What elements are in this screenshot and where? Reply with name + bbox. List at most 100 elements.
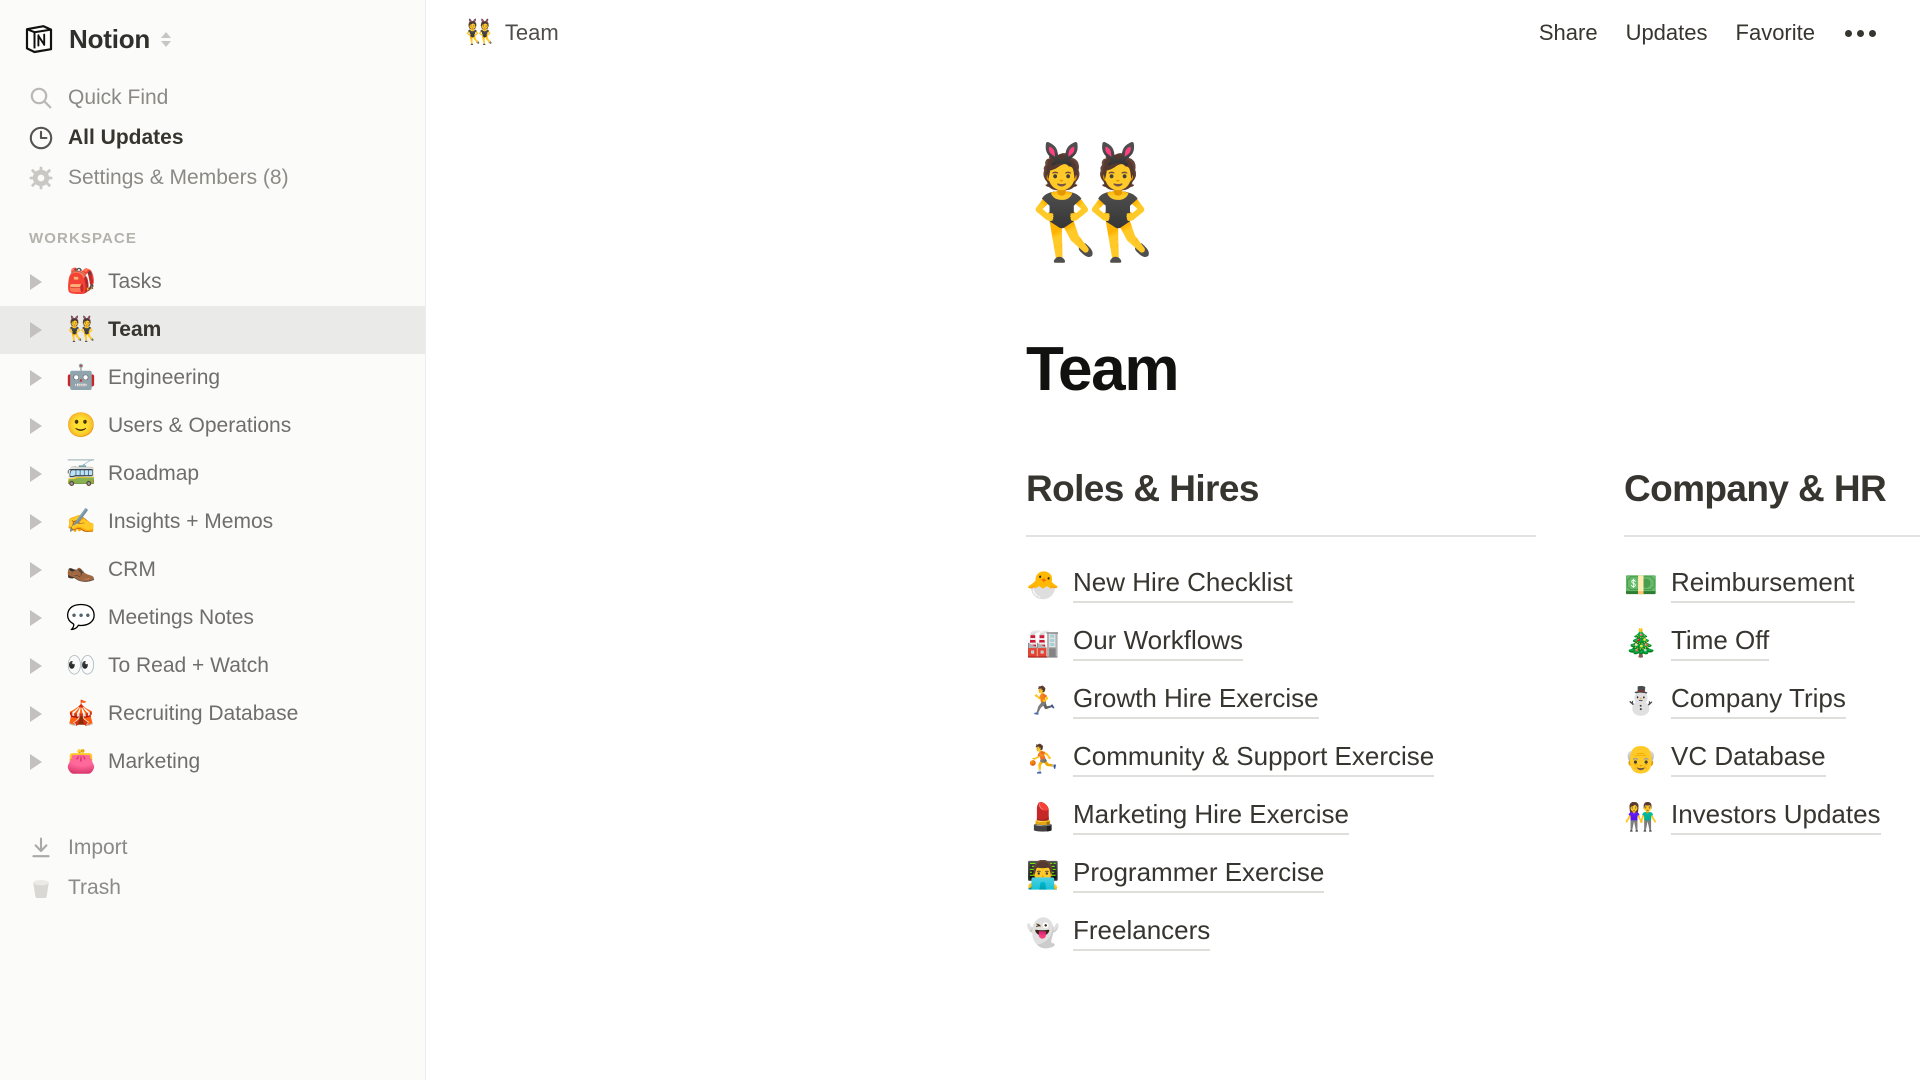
link-emoji: 👻: [1026, 918, 1060, 949]
link-emoji: 💵: [1624, 570, 1658, 601]
chevron-right-icon[interactable]: [30, 514, 52, 530]
page-emoji: 🚎: [66, 460, 96, 487]
sidebar-item-label: Meetings Notes: [108, 606, 254, 629]
link-emoji: 💄: [1026, 802, 1060, 833]
sidebar-item-to-read-watch[interactable]: 👀 To Read + Watch: [0, 642, 426, 690]
list-item[interactable]: ⛄ Company Trips: [1624, 673, 1920, 731]
chevron-right-icon[interactable]: [30, 754, 52, 770]
sidebar-item-trash[interactable]: Trash: [0, 868, 426, 908]
sidebar-item-team[interactable]: 👯 Team: [0, 306, 426, 354]
list-item[interactable]: ⛹️ Community & Support Exercise: [1026, 731, 1536, 789]
chevron-right-icon[interactable]: [30, 610, 52, 626]
sidebar-item-roadmap[interactable]: 🚎 Roadmap: [0, 450, 426, 498]
page-emoji: 👀: [66, 652, 96, 679]
page-body: 👯 Team Roles & Hires 🐣 New Hire Checklis…: [426, 148, 1920, 963]
list-item[interactable]: 👻 Freelancers: [1026, 905, 1536, 963]
page-link-label[interactable]: Programmer Exercise: [1073, 857, 1325, 894]
sidebar-item-engineering[interactable]: 🤖 Engineering: [0, 354, 426, 402]
page-link-label[interactable]: Marketing Hire Exercise: [1073, 799, 1349, 836]
sidebar-item-label: Team: [108, 318, 162, 341]
page-link-label[interactable]: New Hire Checklist: [1073, 567, 1293, 604]
chevron-right-icon[interactable]: [30, 466, 52, 482]
sidebar-item-recruiting-database[interactable]: 🎪 Recruiting Database: [0, 690, 426, 738]
sidebar-item-all-updates[interactable]: All Updates: [0, 118, 426, 158]
chevron-up-down-icon[interactable]: [161, 31, 172, 47]
updates-button[interactable]: Updates: [1626, 20, 1708, 46]
page-link-label[interactable]: Time Off: [1671, 625, 1770, 662]
sidebar-item-label: Users & Operations: [108, 414, 292, 437]
column-roles-hires: Roles & Hires 🐣 New Hire Checklist 🏭 Our…: [1026, 468, 1536, 963]
sidebar-item-insights-memos[interactable]: ✍️ Insights + Memos: [0, 498, 426, 546]
column-divider: [1026, 534, 1536, 537]
list-item[interactable]: 🎄 Time Off: [1624, 615, 1920, 673]
list-item[interactable]: 👴 VC Database: [1624, 731, 1920, 789]
sidebar-section-workspace: WORKSPACE: [29, 229, 137, 247]
list-item[interactable]: 🏭 Our Workflows: [1026, 615, 1536, 673]
page-columns: Roles & Hires 🐣 New Hire Checklist 🏭 Our…: [1026, 468, 1920, 963]
sidebar-bottom-nav: Import Trash: [0, 828, 426, 908]
link-emoji: ⛹️: [1026, 744, 1060, 775]
sidebar-item-settings-members[interactable]: Settings & Members (8): [0, 158, 426, 198]
link-emoji: 👫: [1624, 802, 1658, 833]
page-emoji: ✍️: [66, 508, 96, 535]
column-heading: Roles & Hires: [1026, 468, 1259, 510]
sidebar-top-nav: Quick Find All Updates Settings & Member…: [0, 78, 426, 198]
page-link-label[interactable]: Company Trips: [1671, 683, 1846, 720]
list-item[interactable]: 👨‍💻 Programmer Exercise: [1026, 847, 1536, 905]
chevron-right-icon[interactable]: [30, 706, 52, 722]
chevron-right-icon[interactable]: [30, 274, 52, 290]
list-item[interactable]: 🐣 New Hire Checklist: [1026, 557, 1536, 615]
page-link-label[interactable]: Investors Updates: [1671, 799, 1881, 836]
sidebar-item-crm[interactable]: 👞 CRM: [0, 546, 426, 594]
sidebar-item-import[interactable]: Import: [0, 828, 426, 868]
breadcrumb[interactable]: 👯 Team: [464, 20, 559, 46]
workspace-switcher[interactable]: Notion: [0, 12, 426, 66]
list-item[interactable]: 💄 Marketing Hire Exercise: [1026, 789, 1536, 847]
search-icon: [26, 85, 56, 111]
ellipsis-icon[interactable]: [1843, 26, 1878, 41]
list-item[interactable]: 💵 Reimbursement: [1624, 557, 1920, 615]
chevron-right-icon[interactable]: [30, 562, 52, 578]
sidebar-item-users-operations[interactable]: 🙂 Users & Operations: [0, 402, 426, 450]
link-emoji: 🎄: [1624, 628, 1658, 659]
favorite-button[interactable]: Favorite: [1736, 20, 1815, 46]
sidebar-item-meetings-notes[interactable]: 💬 Meetings Notes: [0, 594, 426, 642]
link-emoji: 🐣: [1026, 570, 1060, 601]
page-link-label[interactable]: VC Database: [1671, 741, 1826, 778]
sidebar-item-quick-find[interactable]: Quick Find: [0, 78, 426, 118]
sidebar: Notion Quick Find All Updates Settings &…: [0, 0, 426, 1080]
sidebar-item-marketing[interactable]: 👛 Marketing: [0, 738, 426, 786]
page-emoji: 🙂: [66, 412, 96, 439]
sidebar-item-label: Marketing: [108, 750, 201, 773]
page-link-label[interactable]: Freelancers: [1073, 915, 1211, 952]
page-link-label[interactable]: Growth Hire Exercise: [1073, 683, 1319, 720]
page-icon[interactable]: 👯: [1023, 148, 1860, 280]
page-emoji: 👛: [66, 748, 96, 775]
page-title[interactable]: Team: [1026, 335, 1860, 404]
sidebar-item-label: Tasks: [108, 270, 162, 293]
list-item[interactable]: 👫 Investors Updates: [1624, 789, 1920, 847]
share-button[interactable]: Share: [1539, 20, 1598, 46]
sidebar-item-label: Settings & Members (8): [68, 166, 289, 189]
sidebar-item-tasks[interactable]: 🎒 Tasks: [0, 258, 426, 306]
chevron-right-icon[interactable]: [30, 370, 52, 386]
page-link-label[interactable]: Our Workflows: [1073, 625, 1243, 662]
chevron-right-icon[interactable]: [30, 322, 52, 338]
workspace-name: Notion: [69, 23, 151, 54]
sidebar-item-label: CRM: [108, 558, 156, 581]
page-link-label[interactable]: Reimbursement: [1671, 567, 1855, 604]
sidebar-item-label: To Read + Watch: [108, 654, 269, 677]
chevron-right-icon[interactable]: [30, 658, 52, 674]
link-emoji: 👨‍💻: [1026, 860, 1060, 891]
sidebar-item-label: Recruiting Database: [108, 702, 299, 725]
page-link-label[interactable]: Community & Support Exercise: [1073, 741, 1435, 778]
sidebar-item-label: Roadmap: [108, 462, 200, 485]
topbar-actions: Share Updates Favorite: [1539, 20, 1878, 46]
sidebar-page-list: 🎒 Tasks 👯 Team 🤖 Engineering 🙂 Users & O…: [0, 258, 426, 786]
list-item[interactable]: 🏃 Growth Hire Exercise: [1026, 673, 1536, 731]
sidebar-item-label: Quick Find: [68, 86, 169, 109]
sidebar-item-label: Insights + Memos: [108, 510, 274, 533]
link-emoji: ⛄: [1624, 686, 1658, 717]
chevron-right-icon[interactable]: [30, 418, 52, 434]
page-emoji: 🎒: [66, 268, 96, 295]
